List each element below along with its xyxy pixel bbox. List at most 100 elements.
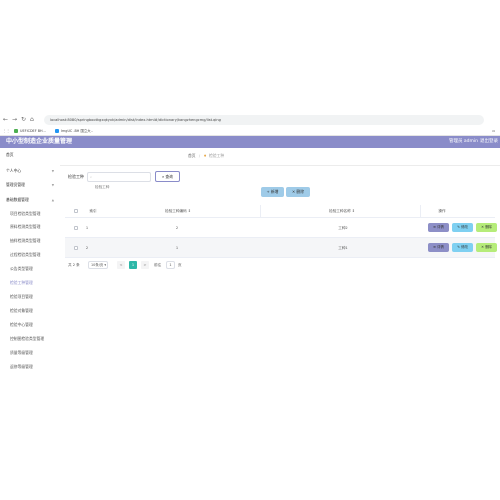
bookmark-item[interactable]: ImgUC -BH 国立大..	[55, 126, 93, 136]
column-header-index: 索引	[89, 209, 97, 213]
sidebar-item-inspection-project[interactable]: 检验项目管理	[0, 293, 60, 301]
column-header-name[interactable]: 检验工种名称 ⇕	[317, 205, 367, 218]
sidebar-item-control-chart-type[interactable]: 控制图检验类型管理	[0, 335, 60, 343]
sidebar-item-material-inspection-type[interactable]: 原料检测类型管理	[0, 223, 60, 231]
home-icon[interactable]: ⌂	[30, 115, 34, 125]
breadcrumb-current: 检验工种	[208, 153, 225, 158]
sidebar-item-label: 管理员管理	[6, 182, 25, 187]
address-bar[interactable]: localhost:8080/springbootkgxqkyxk/admin/…	[44, 115, 484, 125]
next-page-button[interactable]: >	[141, 261, 149, 269]
breadcrumb: 首页 / ♦ 检验工种	[188, 152, 224, 160]
main-content: 首页 / ♦ 检验工种 检验工种 ⌕ ⌕ 查询 + 新增 ✕ 删除 索引 检验工…	[60, 148, 500, 378]
table-row: 1 2 工种2 ≡ 详情 ✎ 修改 ✕ 删除	[65, 218, 497, 238]
row-checkbox[interactable]	[74, 246, 78, 250]
sort-icon: ⇕	[351, 209, 355, 213]
cell-index: 2	[85, 246, 89, 250]
edit-label: 修改	[461, 225, 468, 229]
logout-link[interactable]: 退出登录	[480, 136, 498, 148]
sidebar-item-inspection-worktype[interactable]: 检验工种管理	[0, 279, 60, 287]
page-number-button[interactable]: 1	[129, 261, 137, 269]
sidebar-item-profile[interactable]: 个人中心 ▼	[0, 167, 60, 175]
breadcrumb-icon: ♦	[203, 153, 207, 158]
column-divider	[420, 205, 421, 218]
page-size-value: 10条/页	[91, 263, 104, 267]
column-header-name-label: 检验工种名称	[329, 209, 351, 213]
sidebar-item-inspection-object[interactable]: 检验对象管理	[0, 307, 60, 315]
sidebar-item-label: 检验中心管理	[10, 322, 33, 327]
delete-button[interactable]: ✕ 删除	[476, 243, 497, 252]
detail-button[interactable]: ≡ 详情	[428, 243, 449, 252]
bookmark-label: ImgUC -BH 国立大..	[61, 129, 93, 133]
add-button[interactable]: + 新增	[261, 187, 284, 197]
prev-page-button[interactable]: <	[117, 261, 125, 269]
delete-label: 删除	[485, 245, 492, 249]
search-input[interactable]	[88, 183, 150, 191]
sidebar-item-label: 项目检验类型管理	[10, 211, 41, 216]
search-label: 检验工种	[68, 174, 84, 179]
sidebar-item-label: 原料检测类型管理	[10, 224, 41, 229]
page-size-select[interactable]: 10条/页 ▾	[88, 261, 108, 269]
browser-toolbar: ← → ↻ ⌂ localhost:8080/springbootkgxqkyx…	[0, 114, 500, 126]
select-all-checkbox[interactable]	[74, 209, 78, 213]
edit-icon: ✎	[457, 245, 460, 249]
apps-grid-icon[interactable]: ⋮⋮	[3, 126, 10, 136]
chevron-up-icon: ▲	[51, 198, 54, 202]
detail-button[interactable]: ≡ 详情	[428, 223, 449, 232]
sidebar-item-rework-grade[interactable]: 返修等级管理	[0, 363, 60, 371]
bookmark-icon	[14, 129, 18, 133]
delete-button[interactable]: ✕ 删除	[476, 223, 497, 232]
forward-arrow-icon[interactable]: →	[12, 115, 17, 125]
sidebar-item-inspection-center[interactable]: 检验中心管理	[0, 321, 60, 329]
chevron-down-icon: ▼	[51, 169, 54, 173]
sidebar-item-base-data[interactable]: 基础数据管理 ▲	[0, 196, 60, 204]
edit-button[interactable]: ✎ 修改	[452, 243, 473, 252]
breadcrumb-separator: /	[198, 153, 201, 158]
detail-label: 详情	[437, 225, 444, 229]
info-icon: ≡	[433, 225, 436, 229]
goto-suffix: 页	[178, 263, 182, 267]
search-button[interactable]: ⌕ 查询	[155, 171, 180, 182]
info-icon: ≡	[433, 245, 436, 249]
column-header-code[interactable]: 检验工种编码 ⇕	[153, 205, 203, 218]
table-row: 2 1 工种1 ≡ 详情 ✎ 修改 ✕ 删除	[65, 238, 497, 258]
sidebar-item-label: 检验项目管理	[10, 294, 33, 299]
sidebar-item-label: 个人中心	[6, 168, 22, 173]
sidebar-item-label: 控制图检验类型管理	[10, 336, 45, 341]
search-field[interactable]: ⌕	[87, 172, 151, 191]
sidebar-item-admin[interactable]: 管理员管理 ▼	[0, 181, 60, 189]
back-arrow-icon[interactable]: ←	[3, 115, 8, 125]
row-checkbox[interactable]	[74, 226, 78, 230]
app-title: 中小型制造企业质量管理	[6, 138, 73, 145]
bookmark-label: UEFICDEF BH...	[20, 129, 46, 133]
breadcrumb-home[interactable]: 首页	[188, 153, 196, 158]
delete-label: 删除	[485, 225, 492, 229]
cell-code: 2	[175, 226, 179, 230]
sidebar-item-notice-type[interactable]: 公告类型管理	[0, 265, 60, 273]
detail-label: 详情	[437, 245, 444, 249]
sidebar-item-label: 首页	[6, 152, 14, 157]
batch-delete-button[interactable]: ✕ 删除	[286, 187, 310, 197]
goto-page-input[interactable]: 1	[166, 261, 175, 269]
sidebar: 首页 个人中心 ▼ 管理员管理 ▼ 基础数据管理 ▲ 项目检验类型管理 原料检测类型管…	[0, 148, 60, 378]
sort-icon: ⇕	[187, 209, 191, 213]
sidebar-item-label: 基础数据管理	[6, 197, 29, 202]
search-icon: ⌕	[162, 174, 165, 179]
sidebar-item-label: 检验对象管理	[10, 308, 33, 313]
sidebar-item-home[interactable]: 首页	[0, 151, 60, 159]
reload-icon[interactable]: ↻	[21, 115, 26, 125]
sidebar-item-label: 返修等级管理	[10, 364, 33, 369]
bookmark-item[interactable]: UEFICDEF BH...	[14, 126, 46, 136]
sidebar-item-label: 质量等级管理	[10, 350, 33, 355]
cell-code: 1	[175, 246, 179, 250]
sidebar-item-quality-grade[interactable]: 质量等级管理	[0, 349, 60, 357]
edit-button[interactable]: ✎ 修改	[452, 223, 473, 232]
sidebar-item-sampling-inspection-type[interactable]: 抽样检测类型管理	[0, 237, 60, 245]
sidebar-item-label: 检验工种管理	[10, 280, 33, 285]
cell-name: 工种2	[338, 226, 348, 230]
search-button-label: 查询	[165, 174, 173, 179]
sidebar-item-process-inspection-type[interactable]: 过程检验类型管理	[0, 251, 60, 259]
sidebar-item-project-inspection-type[interactable]: 项目检验类型管理	[0, 210, 60, 218]
chevron-down-icon: ▼	[51, 183, 54, 187]
folder-icon[interactable]: ▭	[492, 126, 495, 136]
sidebar-item-label: 抽样检测类型管理	[10, 238, 41, 243]
